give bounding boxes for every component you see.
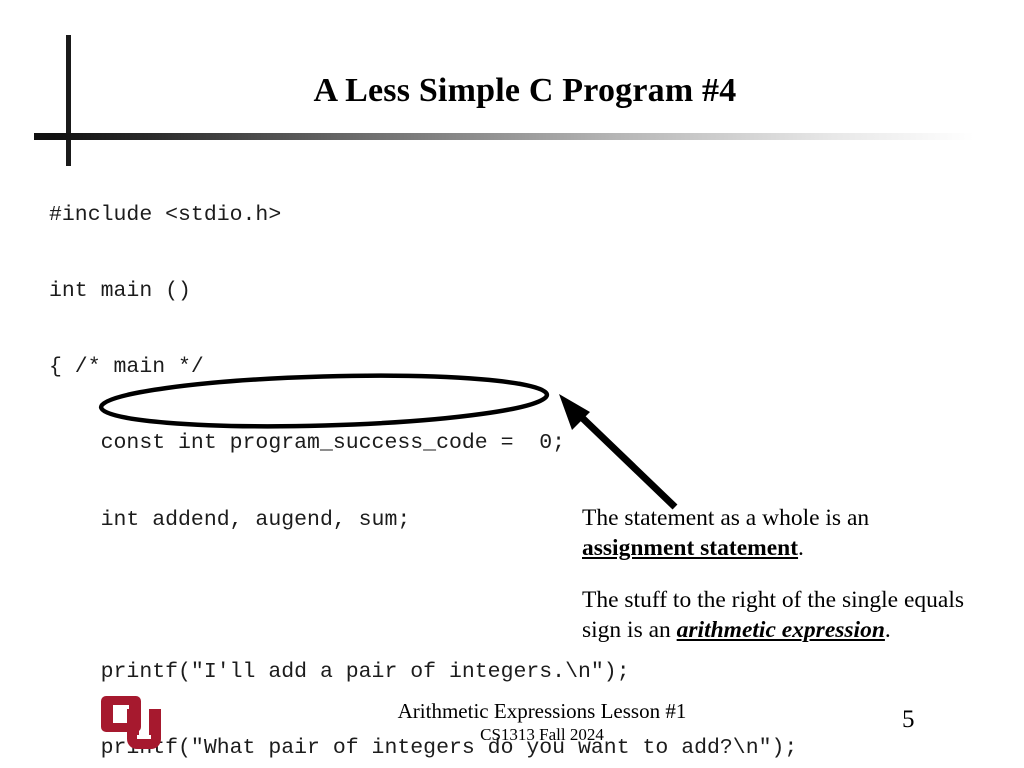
slide-canvas: A Less Simple C Program #4 #include <std… [0,0,1024,768]
code-listing: #include <stdio.h> int main () { /* main… [49,152,797,768]
code-line: #include <stdio.h> [49,202,282,227]
note-term: assignment statement [582,535,799,561]
note-suffix: . [798,535,804,561]
note-suffix: . [884,617,891,643]
page-number: 5 [902,706,915,733]
code-line: printf("I'll add a pair of integers.\n")… [49,660,630,685]
footer-lesson: Arithmetic Expressions Lesson #1 [397,699,687,723]
note-paragraph: The statement as a whole is an assignmen… [582,503,982,563]
code-line: const int program_success_code = 0; [49,431,566,456]
notes-panel: The statement as a whole is an assignmen… [582,503,982,645]
note-term: arithmetic expression [676,617,885,643]
footer-course: CS1313 Fall 2024 [480,725,604,744]
code-line: int main () [49,279,191,304]
title-vertical-rule [66,35,71,166]
title-horizontal-rule [34,133,974,140]
note-paragraph: The stuff to the right of the single equ… [582,585,982,645]
ou-logo [101,692,163,752]
footer: Arithmetic Expressions Lesson #1 CS1313 … [262,699,822,746]
note-prefix: The statement as a whole is an [582,505,870,531]
code-line: { /* main */ [49,355,204,380]
page-title: A Less Simple C Program #4 [313,72,737,109]
ou-logo-icon [101,696,161,749]
